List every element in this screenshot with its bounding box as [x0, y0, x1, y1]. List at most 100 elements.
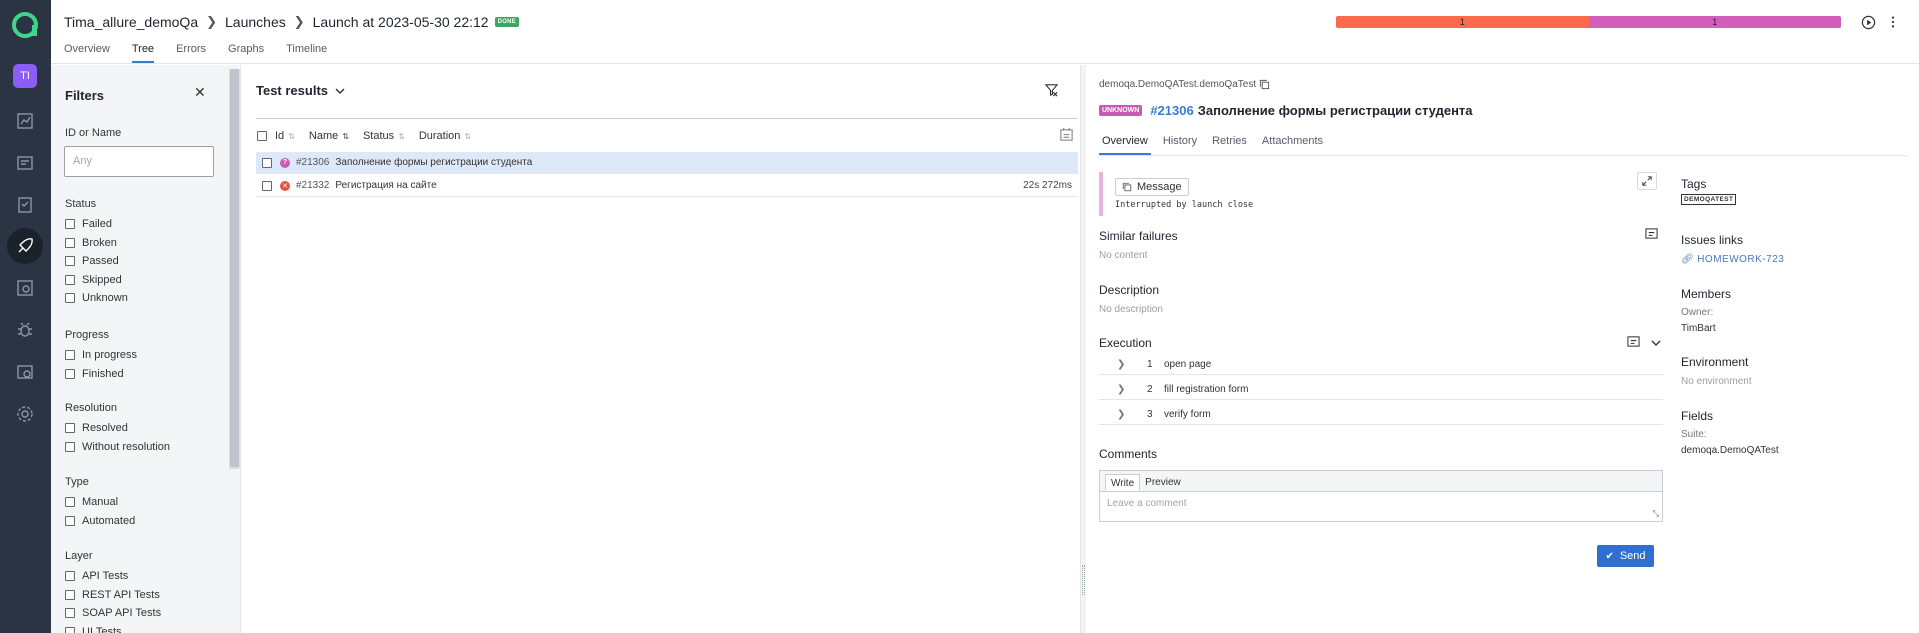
select-all-checkbox[interactable]: [257, 131, 267, 141]
tab-errors[interactable]: Errors: [176, 43, 206, 63]
filter-checkbox[interactable]: [65, 515, 75, 526]
similar-failures-title: Similar failures: [1099, 229, 1178, 243]
columns-settings-icon[interactable]: [1059, 127, 1074, 145]
chevron-right-icon[interactable]: ❯: [1117, 409, 1127, 420]
allure-logo[interactable]: [10, 10, 40, 40]
progress-segment[interactable]: 1: [1588, 16, 1841, 28]
filter-option[interactable]: Passed: [65, 255, 119, 267]
filter-option[interactable]: Without resolution: [65, 441, 170, 453]
close-icon[interactable]: ✕: [194, 84, 206, 101]
issue-link[interactable]: 🔗︎ HOMEWORK-723: [1681, 254, 1784, 265]
filter-checkbox[interactable]: [65, 423, 75, 433]
filter-checkbox[interactable]: [65, 256, 75, 266]
chevron-right-icon: ❯: [293, 14, 305, 29]
dashboard-icon[interactable]: [13, 109, 37, 133]
tab-write[interactable]: Write: [1105, 474, 1141, 491]
filter-checkbox[interactable]: [65, 571, 75, 581]
table-row[interactable]: ✕ #21332 Регистрация на сайте 22s 272ms: [256, 175, 1078, 197]
compare-icon[interactable]: [1645, 227, 1658, 243]
filter-option[interactable]: Finished: [65, 368, 124, 380]
launch-progress-bar[interactable]: 11: [1336, 16, 1841, 28]
filter-checkbox[interactable]: [65, 237, 75, 248]
chevron-down-icon[interactable]: [1651, 337, 1661, 351]
project-avatar[interactable]: TI: [13, 64, 37, 88]
column-status[interactable]: Status ⇅: [363, 130, 405, 142]
resize-handle-icon[interactable]: ⤡: [1653, 509, 1659, 519]
tag-badge[interactable]: DEMOQATEST: [1681, 194, 1737, 205]
filter-checkbox[interactable]: [65, 441, 75, 452]
panel-resize-handle[interactable]: [1080, 65, 1086, 633]
filter-group-title: Layer: [65, 550, 93, 562]
filter-option[interactable]: SOAP API Tests: [65, 607, 161, 619]
id-or-name-input[interactable]: Any: [64, 146, 214, 177]
step-number: 3: [1147, 409, 1153, 420]
launches-list-icon[interactable]: [13, 151, 37, 175]
execution-step[interactable]: ❯ 3 verify form: [1099, 405, 1663, 425]
table-row[interactable]: ? #21306 Заполнение формы регистрации ст…: [256, 152, 1078, 174]
tab-overview[interactable]: Overview: [1099, 135, 1151, 155]
comment-textarea[interactable]: Leave a comment ⤡: [1100, 492, 1662, 521]
analytics-icon[interactable]: [13, 276, 37, 300]
filter-option[interactable]: REST API Tests: [65, 589, 160, 601]
filter-checkbox[interactable]: [65, 608, 75, 618]
compare-icon[interactable]: [1627, 335, 1640, 351]
play-circle-icon[interactable]: [1860, 14, 1876, 30]
filter-checkbox[interactable]: [65, 293, 75, 303]
jobs-icon[interactable]: [13, 360, 37, 384]
tab-timeline[interactable]: Timeline: [286, 43, 327, 63]
defects-bug-icon[interactable]: [13, 318, 37, 342]
filter-checkbox[interactable]: [65, 497, 75, 507]
column-duration[interactable]: Duration ⇅: [419, 130, 471, 142]
tab-tree[interactable]: Tree: [131, 43, 155, 63]
message-button[interactable]: Message: [1115, 178, 1189, 196]
column-id[interactable]: Id ⇅: [275, 130, 295, 142]
tab-retries[interactable]: Retries: [1209, 135, 1250, 155]
filter-checkbox[interactable]: [65, 219, 75, 229]
send-button[interactable]: ✔ Send: [1597, 545, 1654, 567]
filter-option[interactable]: Automated: [65, 515, 135, 527]
filter-checkbox[interactable]: [65, 274, 75, 285]
column-name[interactable]: Name ⇅: [309, 130, 349, 142]
execution-step[interactable]: ❯ 2 fill registration form: [1099, 380, 1663, 400]
filter-option[interactable]: Manual: [65, 496, 118, 508]
breadcrumb-project[interactable]: Tima_allure_demoQa: [64, 14, 198, 30]
filter-checkbox[interactable]: [65, 626, 75, 633]
chevron-right-icon[interactable]: ❯: [1117, 384, 1127, 395]
filter-option[interactable]: In progress: [65, 349, 137, 361]
filter-off-icon[interactable]: [1044, 82, 1059, 100]
launches-rocket-icon[interactable]: [13, 234, 37, 258]
tab-overview[interactable]: Overview: [64, 43, 110, 63]
filter-option[interactable]: Failed: [65, 218, 112, 230]
test-cases-icon[interactable]: [13, 193, 37, 217]
expand-icon[interactable]: [1637, 172, 1657, 190]
description-title: Description: [1099, 283, 1160, 297]
unknown-status-badge: UNKNOWN: [1099, 105, 1143, 116]
execution-step[interactable]: ❯ 1 open page: [1099, 355, 1663, 375]
filter-checkbox[interactable]: [65, 589, 75, 600]
chevron-right-icon[interactable]: ❯: [1117, 359, 1127, 370]
filter-option[interactable]: Resolved: [65, 422, 128, 434]
more-vertical-icon[interactable]: [1885, 14, 1901, 30]
filter-option[interactable]: Broken: [65, 237, 117, 249]
column-duration-label: Duration: [418, 130, 461, 142]
tab-attachments[interactable]: Attachments: [1259, 135, 1326, 155]
settings-icon[interactable]: [13, 402, 37, 426]
filters-scrollbar[interactable]: [229, 69, 240, 469]
row-checkbox[interactable]: [262, 157, 272, 168]
tab-graphs[interactable]: Graphs: [228, 43, 264, 63]
progress-segment[interactable]: 1: [1336, 16, 1589, 28]
filter-checkbox[interactable]: [65, 350, 75, 360]
tab-preview[interactable]: Preview: [1140, 474, 1186, 491]
scrollbar-thumb[interactable]: [230, 69, 239, 467]
row-checkbox[interactable]: [262, 180, 272, 191]
filter-option[interactable]: Skipped: [65, 274, 122, 286]
filter-option[interactable]: API Tests: [65, 570, 128, 582]
drag-grip-icon[interactable]: [1082, 565, 1085, 595]
breadcrumb-launches[interactable]: Launches: [225, 14, 286, 30]
filter-option[interactable]: Unknown: [65, 292, 128, 304]
filter-checkbox[interactable]: [65, 368, 75, 379]
tab-history[interactable]: History: [1160, 135, 1200, 155]
filter-option[interactable]: UI Tests: [65, 626, 122, 633]
test-results-title[interactable]: Test results: [256, 83, 345, 98]
copy-icon[interactable]: [1259, 79, 1270, 90]
